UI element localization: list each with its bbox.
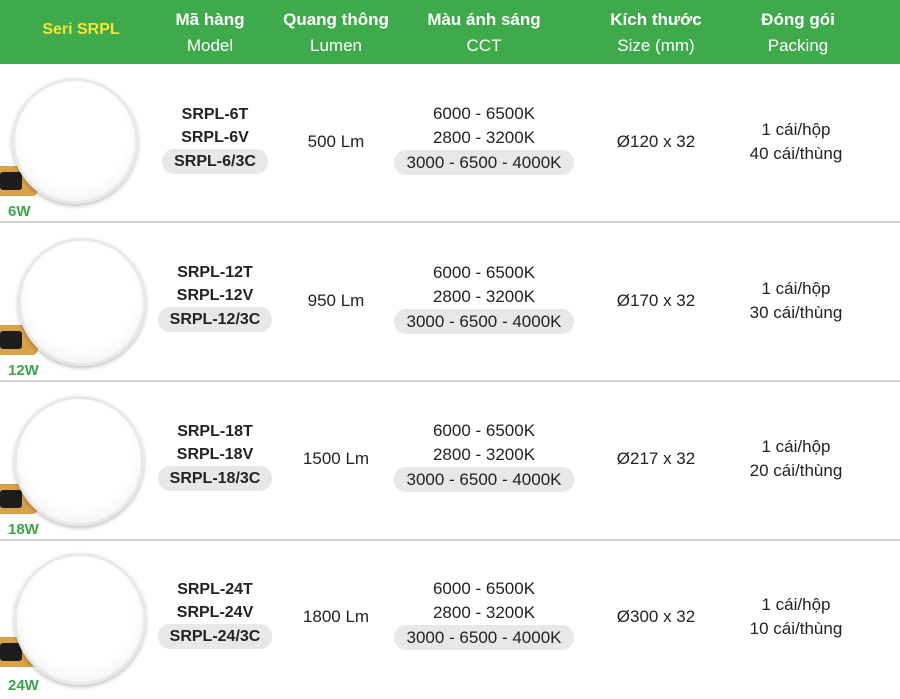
cct-warm: 2800 - 3200K bbox=[432, 128, 536, 147]
header-cct: Màu ánh sáng CCT bbox=[400, 0, 568, 64]
cct-3color: 3000 - 6500 - 4000K bbox=[394, 467, 574, 492]
model-t: SRPL-6T bbox=[181, 106, 249, 123]
packing-box: 1 cái/hộp bbox=[761, 595, 831, 614]
model-v: SRPL-12V bbox=[176, 287, 254, 304]
header-lumen-vi: Quang thông bbox=[283, 10, 389, 29]
packing-box: 1 cái/hộp bbox=[761, 279, 831, 298]
table-row: 18W SRPL-18T SRPL-18V SRPL-18/3C 1500 Lm… bbox=[0, 382, 900, 540]
model-v: SRPL-18V bbox=[176, 446, 254, 463]
model-3c: SRPL-24/3C bbox=[157, 624, 273, 649]
lumen-value: 500 Lm bbox=[307, 132, 365, 151]
model-cell: SRPL-24T SRPL-24V SRPL-24/3C bbox=[150, 578, 280, 649]
table-row: 24W SRPL-24T SRPL-24V SRPL-24/3C 1800 Lm… bbox=[0, 541, 900, 699]
header-packing: Đóng gói Packing bbox=[730, 0, 866, 64]
model-cell: SRPL-12T SRPL-12V SRPL-12/3C bbox=[150, 261, 280, 332]
watt-label: 18W bbox=[8, 521, 39, 538]
header-model-en: Model bbox=[186, 36, 234, 55]
model-3c: SRPL-6/3C bbox=[162, 149, 268, 174]
cct-warm: 2800 - 3200K bbox=[432, 603, 536, 622]
lamp-icon bbox=[14, 396, 144, 526]
lamp-icon bbox=[12, 78, 138, 204]
model-v: SRPL-6V bbox=[181, 129, 249, 146]
cct-3color: 3000 - 6500 - 4000K bbox=[394, 625, 574, 650]
packing-cell: 1 cái/hộp 20 cái/thùng bbox=[726, 435, 866, 483]
header-model-vi: Mã hàng bbox=[175, 10, 245, 29]
model-v: SRPL-24V bbox=[176, 604, 254, 621]
header-lumen: Quang thông Lumen bbox=[274, 0, 398, 64]
lamp-icon bbox=[18, 238, 146, 366]
product-image: 12W bbox=[0, 223, 160, 381]
lamp-icon bbox=[14, 553, 146, 685]
lumen-value: 1500 Lm bbox=[302, 449, 370, 468]
cct-cool: 6000 - 6500K bbox=[432, 263, 536, 282]
header-model: Mã hàng Model bbox=[150, 0, 270, 64]
lumen-value: 950 Lm bbox=[307, 291, 365, 310]
packing-cell: 1 cái/hộp 30 cái/thùng bbox=[726, 277, 866, 325]
lumen-value: 1800 Lm bbox=[302, 607, 370, 626]
model-t: SRPL-24T bbox=[177, 581, 253, 598]
packing-cell: 1 cái/hộp 10 cái/thùng bbox=[726, 593, 866, 641]
model-cell: SRPL-6T SRPL-6V SRPL-6/3C bbox=[150, 103, 280, 174]
cct-cell: 6000 - 6500K 2800 - 3200K 3000 - 6500 - … bbox=[384, 102, 584, 175]
size-value: Ø300 x 32 bbox=[616, 607, 696, 626]
cct-3color: 3000 - 6500 - 4000K bbox=[394, 150, 574, 175]
packing-carton: 40 cái/thùng bbox=[749, 144, 843, 163]
header-cct-vi: Màu ánh sáng bbox=[427, 10, 541, 29]
cct-cell: 6000 - 6500K 2800 - 3200K 3000 - 6500 - … bbox=[384, 261, 584, 334]
model-3c: SRPL-18/3C bbox=[157, 466, 273, 491]
table-row: 12W SRPL-12T SRPL-12V SRPL-12/3C 950 Lm … bbox=[0, 223, 900, 381]
packing-box: 1 cái/hộp bbox=[761, 437, 831, 456]
model-3c: SRPL-12/3C bbox=[157, 307, 273, 332]
model-t: SRPL-12T bbox=[177, 264, 253, 281]
product-image: 18W bbox=[0, 382, 160, 540]
cct-cell: 6000 - 6500K 2800 - 3200K 3000 - 6500 - … bbox=[384, 419, 584, 492]
cct-cell: 6000 - 6500K 2800 - 3200K 3000 - 6500 - … bbox=[384, 577, 584, 650]
header-cct-en: CCT bbox=[466, 36, 502, 55]
cct-cool: 6000 - 6500K bbox=[432, 421, 536, 440]
table-row: 6W SRPL-6T SRPL-6V SRPL-6/3C 500 Lm 6000… bbox=[0, 64, 900, 222]
header-packing-vi: Đóng gói bbox=[761, 10, 835, 29]
packing-carton: 30 cái/thùng bbox=[749, 303, 843, 322]
cct-warm: 2800 - 3200K bbox=[432, 287, 536, 306]
packing-cell: 1 cái/hộp 40 cái/thùng bbox=[726, 118, 866, 166]
watt-label: 12W bbox=[8, 362, 39, 379]
model-t: SRPL-18T bbox=[177, 423, 253, 440]
header-size-en: Size (mm) bbox=[617, 36, 695, 55]
watt-label: 6W bbox=[8, 203, 31, 220]
cct-cool: 6000 - 6500K bbox=[432, 104, 536, 123]
packing-carton: 20 cái/thùng bbox=[749, 461, 843, 480]
header-size-vi: Kích thước bbox=[610, 10, 702, 29]
packing-box: 1 cái/hộp bbox=[761, 120, 831, 139]
cct-warm: 2800 - 3200K bbox=[432, 445, 536, 464]
cct-cool: 6000 - 6500K bbox=[432, 579, 536, 598]
size-value: Ø120 x 32 bbox=[616, 132, 696, 151]
table-header: Seri SRPL Mã hàng Model Quang thông Lume… bbox=[0, 0, 900, 64]
product-image: 24W bbox=[0, 541, 160, 699]
cct-3color: 3000 - 6500 - 4000K bbox=[394, 309, 574, 334]
header-packing-en: Packing bbox=[767, 36, 829, 55]
series-label: Seri SRPL bbox=[42, 21, 120, 38]
model-cell: SRPL-18T SRPL-18V SRPL-18/3C bbox=[150, 420, 280, 491]
header-size: Kích thước Size (mm) bbox=[596, 0, 716, 64]
size-value: Ø170 x 32 bbox=[616, 291, 696, 310]
header-lumen-en: Lumen bbox=[310, 36, 362, 55]
watt-label: 24W bbox=[8, 677, 39, 694]
product-image: 6W bbox=[0, 64, 160, 222]
packing-carton: 10 cái/thùng bbox=[749, 619, 843, 638]
size-value: Ø217 x 32 bbox=[616, 449, 696, 468]
